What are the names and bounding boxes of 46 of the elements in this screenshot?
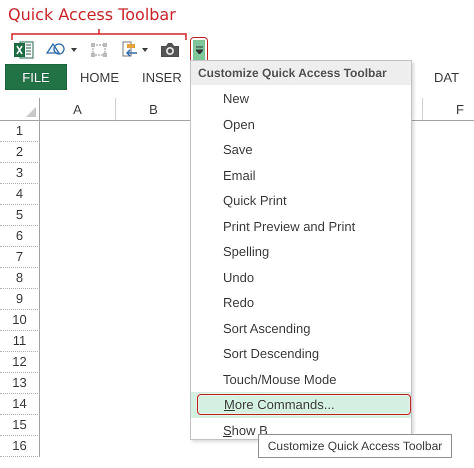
spreadsheet-icon[interactable] [14, 41, 34, 59]
form-icon[interactable] [121, 41, 139, 59]
annotation-label: Quick Access Toolbar [7, 4, 177, 26]
ribbon-tab[interactable]: INSER [132, 64, 182, 90]
row-header[interactable]: 2 [0, 142, 40, 163]
row-header[interactable]: 8 [0, 268, 40, 289]
row-header[interactable]: 16 [0, 436, 40, 457]
row-header[interactable]: 15 [0, 415, 40, 436]
row-header[interactable]: 10 [0, 310, 40, 331]
row-header[interactable]: 14 [0, 394, 40, 415]
menu-item[interactable]: Redo [223, 295, 254, 310]
camera-icon[interactable] [160, 41, 180, 59]
menu-title: Customize Quick Access Toolbar [191, 61, 411, 85]
ribbon-tab[interactable]: FILE [5, 64, 67, 90]
row-header[interactable]: 6 [0, 226, 40, 247]
menu-item[interactable]: Quick Print [223, 193, 287, 208]
ribbon-tab[interactable]: HOME [67, 64, 132, 90]
row-header[interactable]: 12 [0, 352, 40, 373]
row-header[interactable]: 11 [0, 331, 40, 352]
caret-icon[interactable] [196, 46, 202, 54]
row-header[interactable]: 13 [0, 373, 40, 394]
customize-toolbar-button[interactable] [193, 40, 205, 60]
ribbon-tab[interactable]: DAT [430, 64, 474, 90]
column-header[interactable]: F [422, 98, 474, 120]
menu-item[interactable]: Print Preview and Print [223, 218, 356, 234]
row-header[interactable]: 3 [0, 163, 40, 184]
menu-item[interactable]: Sort Ascending [223, 320, 310, 336]
menu-item[interactable]: More Commands... [197, 394, 411, 416]
tooltip: Customize Quick Access Toolbar [258, 434, 452, 458]
column-header[interactable]: A [40, 98, 116, 120]
caret-icon[interactable] [142, 48, 148, 52]
menu-item[interactable]: Save [223, 142, 253, 158]
row-header[interactable]: 1 [0, 121, 40, 142]
row-header[interactable]: 4 [0, 184, 40, 205]
menu-item[interactable]: Email [223, 168, 256, 183]
caret-icon[interactable] [71, 48, 77, 52]
selection-icon[interactable] [89, 41, 109, 59]
row-header[interactable]: 9 [0, 289, 40, 310]
menu-item[interactable]: Spelling [223, 244, 270, 260]
row-header[interactable]: 7 [0, 247, 40, 268]
row-header[interactable]: 5 [0, 205, 40, 226]
menu-item[interactable]: New [223, 91, 250, 106]
menu-item[interactable]: Sort Descending [223, 346, 320, 362]
menu-item[interactable]: Undo [223, 270, 254, 285]
menu-item[interactable]: Touch/Mouse Mode [223, 372, 336, 387]
menu-item[interactable]: Open [223, 116, 255, 132]
